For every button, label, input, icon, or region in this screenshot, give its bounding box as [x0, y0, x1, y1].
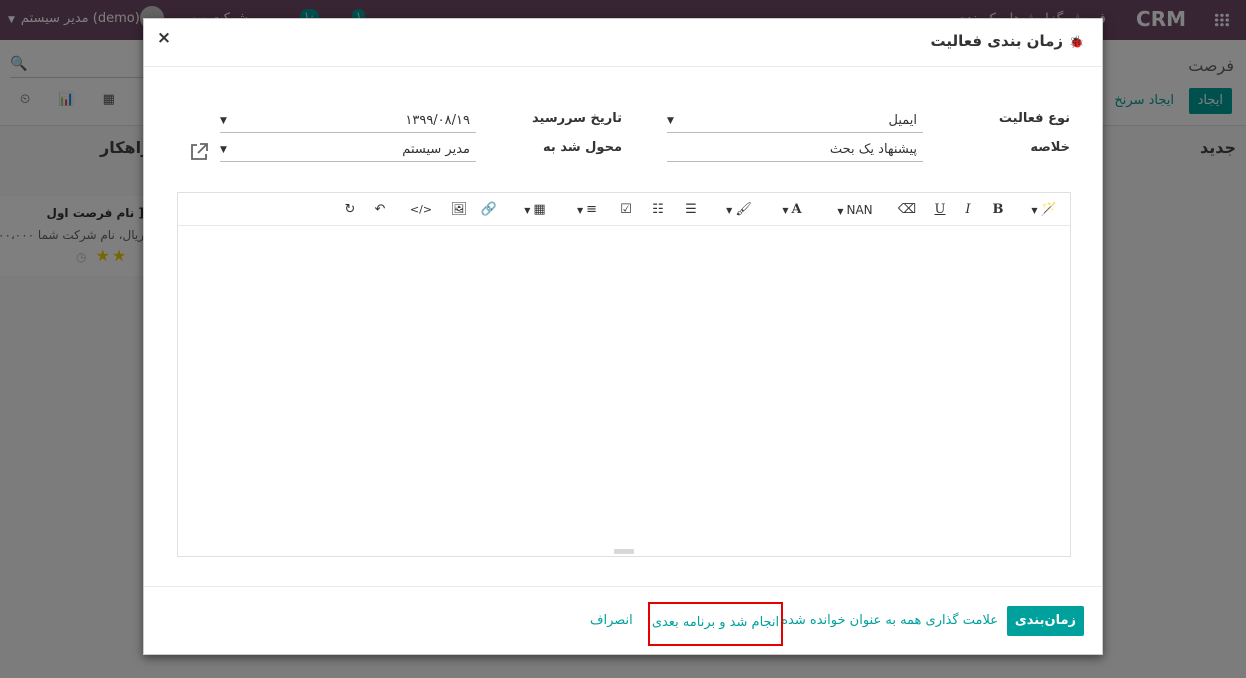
bullet-list-icon[interactable]: ☰ — [681, 200, 701, 220]
numbered-list-icon[interactable]: ☷ — [648, 200, 668, 220]
assigned-to-label: محول شد به — [543, 140, 622, 155]
underline-button[interactable]: U — [930, 200, 950, 220]
note-editor: ▼ 🪄 B I U ⌫ ▼ NAN ▼ A ▼ 🖌 ☰ ☷ ☑ ▼ ≡ ▼ ▦ 🔗 🖼 </… — [177, 192, 1071, 557]
activity-type-select[interactable]: ایمیل ▼ — [667, 109, 923, 133]
external-link-icon[interactable] — [188, 141, 210, 163]
done-schedule-next-button[interactable]: انجام شد و برنامه بعدی — [648, 602, 783, 646]
modal-header: زمان بندی فعالیت 🐞 × — [144, 19, 1102, 67]
modal-title: زمان بندی فعالیت 🐞 — [930, 32, 1084, 50]
modal-footer: زمان‌بندی علامت گذاری همه به عنوان خواند… — [144, 586, 1102, 654]
due-date-field[interactable]: ۱۳۹۹/۰۸/۱۹ ▼ — [220, 109, 476, 133]
summary-input[interactable] — [667, 138, 923, 162]
undo-icon[interactable]: ↶ — [370, 200, 390, 220]
table-icon[interactable]: ▼ ▦ — [518, 200, 552, 220]
eraser-icon[interactable]: ⌫ — [896, 200, 918, 220]
schedule-activity-dialog: زمان بندی فعالیت 🐞 × نوع فعالیت خلاصه تار… — [143, 18, 1103, 655]
due-date-label: تاریخ سررسید — [532, 111, 622, 126]
note-editor-body[interactable] — [178, 226, 1070, 556]
italic-button[interactable]: I — [958, 200, 978, 220]
editor-toolbar: ▼ 🪄 B I U ⌫ ▼ NAN ▼ A ▼ 🖌 ☰ ☷ ☑ ▼ ≡ ▼ ▦ 🔗 🖼 </… — [178, 193, 1070, 226]
schedule-button[interactable]: زمان‌بندی — [1006, 606, 1084, 636]
editor-resize-handle[interactable] — [614, 549, 634, 554]
code-view-icon[interactable]: </> — [408, 200, 434, 220]
close-icon[interactable]: × — [154, 28, 174, 48]
checklist-icon[interactable]: ☑ — [616, 200, 636, 220]
bug-icon: 🐞 — [1069, 35, 1084, 49]
mark-all-read-button[interactable]: علامت گذاری همه به عنوان خوانده شده — [777, 606, 1002, 636]
discard-button[interactable]: انصراف — [590, 606, 633, 636]
font-color-dropdown[interactable]: ▼ A — [776, 200, 808, 220]
highlight-brush-icon[interactable]: ▼ 🖌 — [722, 200, 756, 220]
font-size-dropdown[interactable]: ▼ NAN — [830, 200, 880, 220]
caret-down-icon: ▼ — [220, 116, 227, 126]
paragraph-align-icon[interactable]: ▼ ≡ — [570, 200, 604, 220]
magic-style-icon[interactable]: ▼ 🪄 — [1030, 200, 1058, 220]
caret-down-icon: ▼ — [667, 116, 674, 126]
activity-type-label: نوع فعالیت — [998, 111, 1070, 126]
summary-label: خلاصه — [1030, 140, 1070, 155]
image-icon[interactable]: 🖼 — [448, 200, 470, 220]
assigned-to-select[interactable]: مدیر سیستم ▼ — [220, 138, 476, 162]
link-icon[interactable]: 🔗 — [478, 200, 500, 220]
caret-down-icon: ▼ — [220, 145, 227, 155]
bold-button[interactable]: B — [988, 200, 1008, 220]
redo-icon[interactable]: ↻ — [340, 200, 360, 220]
